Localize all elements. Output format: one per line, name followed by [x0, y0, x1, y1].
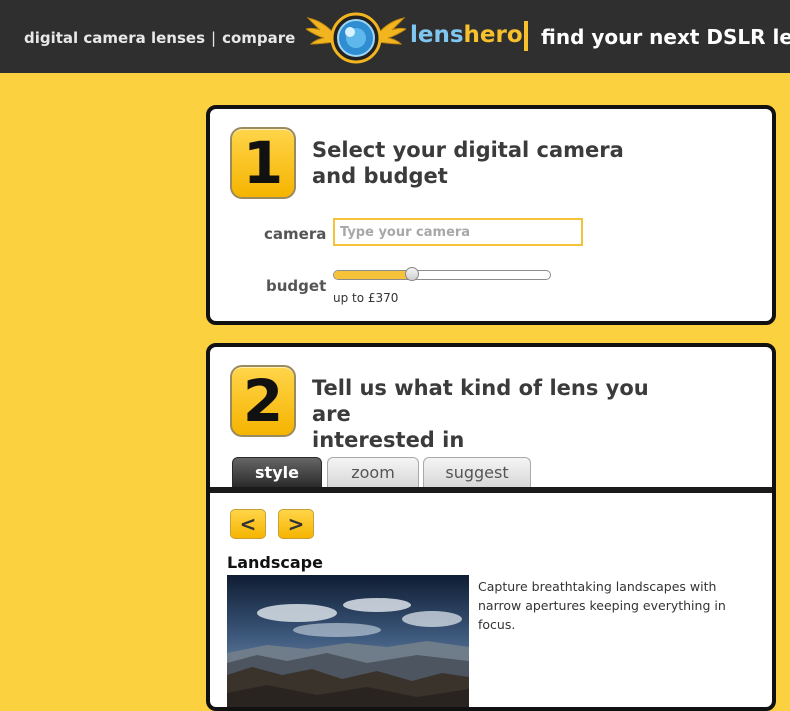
- nav-digital-camera-lenses[interactable]: digital camera lenses: [24, 29, 205, 47]
- nav-compare[interactable]: compare: [222, 29, 295, 47]
- top-nav: digital camera lenses | compare: [24, 29, 295, 47]
- top-bar: digital camera lenses | compare lenshero f…: [0, 0, 790, 73]
- step1-heading-line1: Select your digital camera: [312, 138, 624, 162]
- style-title: Landscape: [227, 553, 323, 572]
- step2-heading: Tell us what kind of lens you are intere…: [312, 375, 652, 453]
- brand-hero-text: hero: [463, 22, 523, 48]
- style-description: Capture breathtaking landscapes with nar…: [478, 579, 726, 632]
- tab-style[interactable]: style: [232, 457, 322, 487]
- camera-label: camera: [264, 225, 327, 243]
- step2-panel: 2 Tell us what kind of lens you are inte…: [206, 343, 776, 711]
- budget-label: budget: [266, 277, 327, 295]
- step2-heading-line2: interested in: [312, 428, 465, 452]
- budget-value: up to £370: [333, 291, 399, 305]
- tab-suggest[interactable]: suggest: [423, 457, 531, 487]
- tab-zoom[interactable]: zoom: [327, 457, 419, 487]
- brand-lens-text: lens: [410, 22, 464, 48]
- brand-wordmark[interactable]: lenshero: [410, 22, 523, 48]
- landscape-photo: [227, 575, 469, 707]
- step1-heading-line2: and budget: [312, 164, 448, 188]
- brand-divider: [524, 21, 528, 51]
- budget-slider-fill: [334, 271, 412, 279]
- budget-slider[interactable]: [333, 267, 551, 281]
- step2-number-badge: 2: [230, 365, 296, 437]
- next-style-button[interactable]: >: [278, 509, 314, 539]
- previous-style-button[interactable]: <: [230, 509, 266, 539]
- tagline: find your next DSLR lens: [541, 25, 790, 49]
- tab-divider: [210, 487, 772, 493]
- step2-heading-line1: Tell us what kind of lens you are: [312, 376, 649, 426]
- budget-slider-handle[interactable]: [404, 267, 419, 281]
- step1-heading: Select your digital camera and budget: [312, 137, 652, 189]
- winged-lens-logo-icon[interactable]: [306, 6, 406, 66]
- step1-panel: 1 Select your digital camera and budget …: [206, 105, 776, 325]
- camera-input[interactable]: [333, 218, 583, 246]
- step1-number-badge: 1: [230, 127, 296, 199]
- nav-separator: |: [211, 29, 217, 47]
